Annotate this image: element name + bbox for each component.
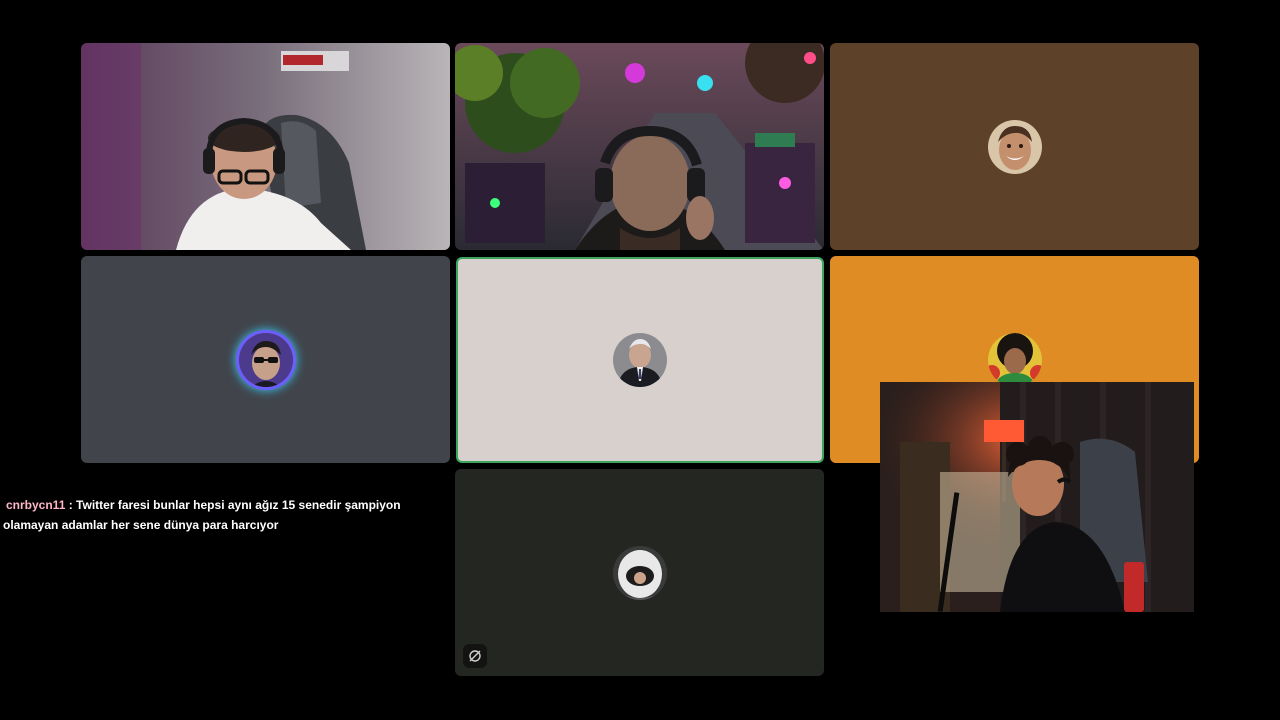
participant-avatar-3 (987, 119, 1042, 174)
participant-tile-5[interactable] (456, 257, 824, 463)
participant-avatar-7 (612, 545, 667, 600)
participant-video-1 (81, 43, 450, 250)
chat-username: cnrbycn11 (6, 498, 66, 512)
participant-avatar-6 (987, 332, 1042, 387)
participant-avatar-4 (238, 332, 293, 387)
participant-tile-2[interactable] (455, 43, 824, 250)
participant-avatar-5 (613, 333, 667, 387)
chat-message: cnrbycn11 : Twitter faresi bunlar hepsi … (3, 495, 459, 535)
chat-separator: : (65, 498, 77, 512)
streamer-webcam (880, 382, 1194, 612)
participant-tile-4[interactable] (81, 256, 450, 463)
call-stage: cnrbycn11 : Twitter faresi bunlar hepsi … (0, 0, 1280, 720)
participant-tile-7[interactable] (455, 469, 824, 676)
participant-video-2 (455, 43, 824, 250)
participant-tile-1[interactable] (81, 43, 450, 250)
participant-tile-3[interactable] (830, 43, 1199, 250)
camera-off-icon (463, 644, 487, 668)
